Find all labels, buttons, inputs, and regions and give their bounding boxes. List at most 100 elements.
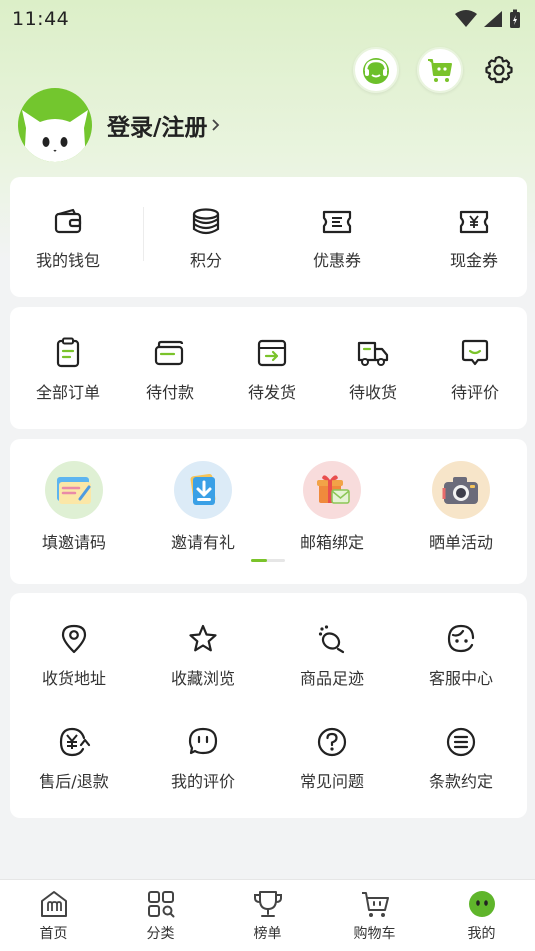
- battery-icon: [510, 9, 520, 28]
- invite-code-icon: [45, 461, 103, 519]
- order-item-label: 全部订单: [35, 383, 100, 402]
- card-icon: [154, 340, 184, 366]
- tab-label: 榜单: [253, 926, 282, 942]
- camera-icon: [432, 461, 490, 519]
- status-bar: 11:44: [0, 0, 535, 38]
- order-item-to-receive[interactable]: 待收货: [347, 337, 399, 403]
- login-register-link[interactable]: 登录/注册: [107, 108, 221, 142]
- order-item-label: 待收货: [348, 383, 397, 402]
- orders-card: 全部订单 待付款 待发货 待收货 待评价: [10, 307, 527, 429]
- trophy-icon: [253, 891, 282, 917]
- service-item-faq[interactable]: 常见问题: [298, 726, 366, 792]
- comment-icon: [188, 727, 218, 755]
- order-item-to-review[interactable]: 待评价: [449, 337, 501, 403]
- order-item-all[interactable]: 全部订单: [34, 337, 102, 403]
- terms-icon: [446, 727, 476, 757]
- wallet-item-label: 积分: [189, 251, 222, 270]
- bottom-tab-bar: 首页 分类 榜单 购物车 我的: [0, 879, 535, 951]
- wallet-item-label: 我的钱包: [35, 251, 100, 270]
- wallet-item-coupon[interactable]: 优惠券: [311, 207, 363, 271]
- tab-category[interactable]: 分类: [107, 880, 214, 951]
- wallet-item-label: 现金券: [449, 251, 498, 270]
- coupon-icon: [322, 210, 352, 234]
- headset-face-icon: [447, 624, 475, 653]
- wifi-icon: [455, 10, 477, 27]
- chat-smile-icon: [461, 339, 489, 366]
- home-icon: [40, 891, 67, 917]
- service-item-terms[interactable]: 条款约定: [427, 726, 495, 792]
- wallet-item-cash-coupon[interactable]: 现金券: [448, 207, 500, 271]
- service-item-customer-center[interactable]: 客服中心: [427, 623, 495, 689]
- headset-icon: [363, 58, 389, 84]
- service-item-footprint[interactable]: 商品足迹: [298, 623, 366, 689]
- service-item-label: 收藏浏览: [170, 669, 235, 688]
- customer-service-button[interactable]: [353, 47, 399, 93]
- refund-icon: [59, 727, 91, 757]
- truck-icon: [357, 341, 389, 366]
- order-item-label: 待付款: [145, 383, 194, 402]
- order-item-unpaid[interactable]: 待付款: [144, 337, 196, 403]
- question-icon: [317, 727, 347, 757]
- promo-item-show-order[interactable]: 晒单活动: [427, 461, 495, 553]
- order-item-to-ship[interactable]: 待发货: [246, 337, 298, 403]
- page-indicator: [251, 559, 285, 562]
- services-card: 收货地址 收藏浏览 商品足迹 客服中心 售后/退款 我的评价 常见问题 条款约定: [10, 593, 527, 818]
- header-cart-button[interactable]: [417, 47, 463, 93]
- service-item-label: 客服中心: [428, 669, 493, 688]
- ship-box-icon: [257, 339, 287, 367]
- promo-item-label: 邀请有礼: [170, 533, 235, 552]
- shopping-cart-icon: [428, 59, 452, 82]
- promo-item-email-bind[interactable]: 邮箱绑定: [298, 461, 366, 553]
- profile-header[interactable]: 登录/注册: [18, 88, 221, 162]
- location-icon: [61, 624, 87, 654]
- wallet-item-wallet[interactable]: 我的钱包: [34, 207, 102, 271]
- invite-gift-icon: [174, 461, 232, 519]
- login-label: 登录/注册: [107, 115, 208, 141]
- promo-item-invite-gift[interactable]: 邀请有礼: [169, 461, 237, 553]
- service-item-label: 收货地址: [41, 669, 106, 688]
- service-item-label: 售后/退款: [39, 772, 109, 791]
- wallet-card: 我的钱包 积分 优惠券 现金券: [10, 177, 527, 297]
- tab-ranking[interactable]: 榜单: [214, 880, 321, 951]
- order-item-label: 待评价: [450, 383, 499, 402]
- avatar[interactable]: [18, 88, 92, 162]
- service-item-label: 条款约定: [428, 772, 493, 791]
- tab-cart[interactable]: 购物车: [321, 880, 428, 951]
- tab-mine[interactable]: 我的: [428, 880, 535, 951]
- promotions-card: 填邀请码 邀请有礼 邮箱绑定 晒单活动: [10, 439, 527, 584]
- promo-item-label: 邮箱绑定: [299, 533, 364, 552]
- category-icon: [147, 891, 174, 918]
- cart-icon: [361, 892, 389, 917]
- settings-button[interactable]: [481, 47, 517, 93]
- signal-icon: [484, 11, 502, 27]
- tab-label: 购物车: [353, 926, 396, 942]
- cash-coupon-icon: [459, 210, 489, 234]
- mine-icon: [468, 891, 495, 917]
- promo-item-label: 晒单活动: [428, 533, 493, 552]
- service-item-label: 商品足迹: [299, 669, 364, 688]
- page-indicator-active: [251, 559, 267, 562]
- wallet-item-points[interactable]: 积分: [180, 207, 232, 271]
- promo-item-invite-code[interactable]: 填邀请码: [40, 461, 108, 553]
- service-item-after-sales[interactable]: 售后/退款: [36, 726, 112, 792]
- clipboard-icon: [56, 337, 80, 368]
- status-time: 11:44: [12, 8, 70, 30]
- tab-label: 分类: [146, 926, 175, 942]
- wallet-item-label: 优惠券: [312, 251, 361, 270]
- tab-label: 首页: [39, 926, 68, 942]
- service-item-label: 常见问题: [299, 772, 364, 791]
- status-icons: [455, 9, 521, 29]
- service-item-favorites[interactable]: 收藏浏览: [169, 623, 237, 689]
- star-icon: [189, 624, 217, 652]
- service-item-my-reviews[interactable]: 我的评价: [169, 726, 237, 792]
- wallet-divider: [143, 207, 144, 261]
- gear-icon: [485, 55, 513, 84]
- cat-avatar-icon: [18, 88, 92, 162]
- service-item-address[interactable]: 收货地址: [40, 623, 108, 689]
- promo-item-label: 填邀请码: [41, 533, 106, 552]
- footprint-icon: [318, 625, 345, 654]
- coins-icon: [192, 208, 220, 235]
- tab-home[interactable]: 首页: [0, 880, 107, 951]
- top-actions: [353, 47, 517, 93]
- chevron-right-icon: [212, 119, 220, 131]
